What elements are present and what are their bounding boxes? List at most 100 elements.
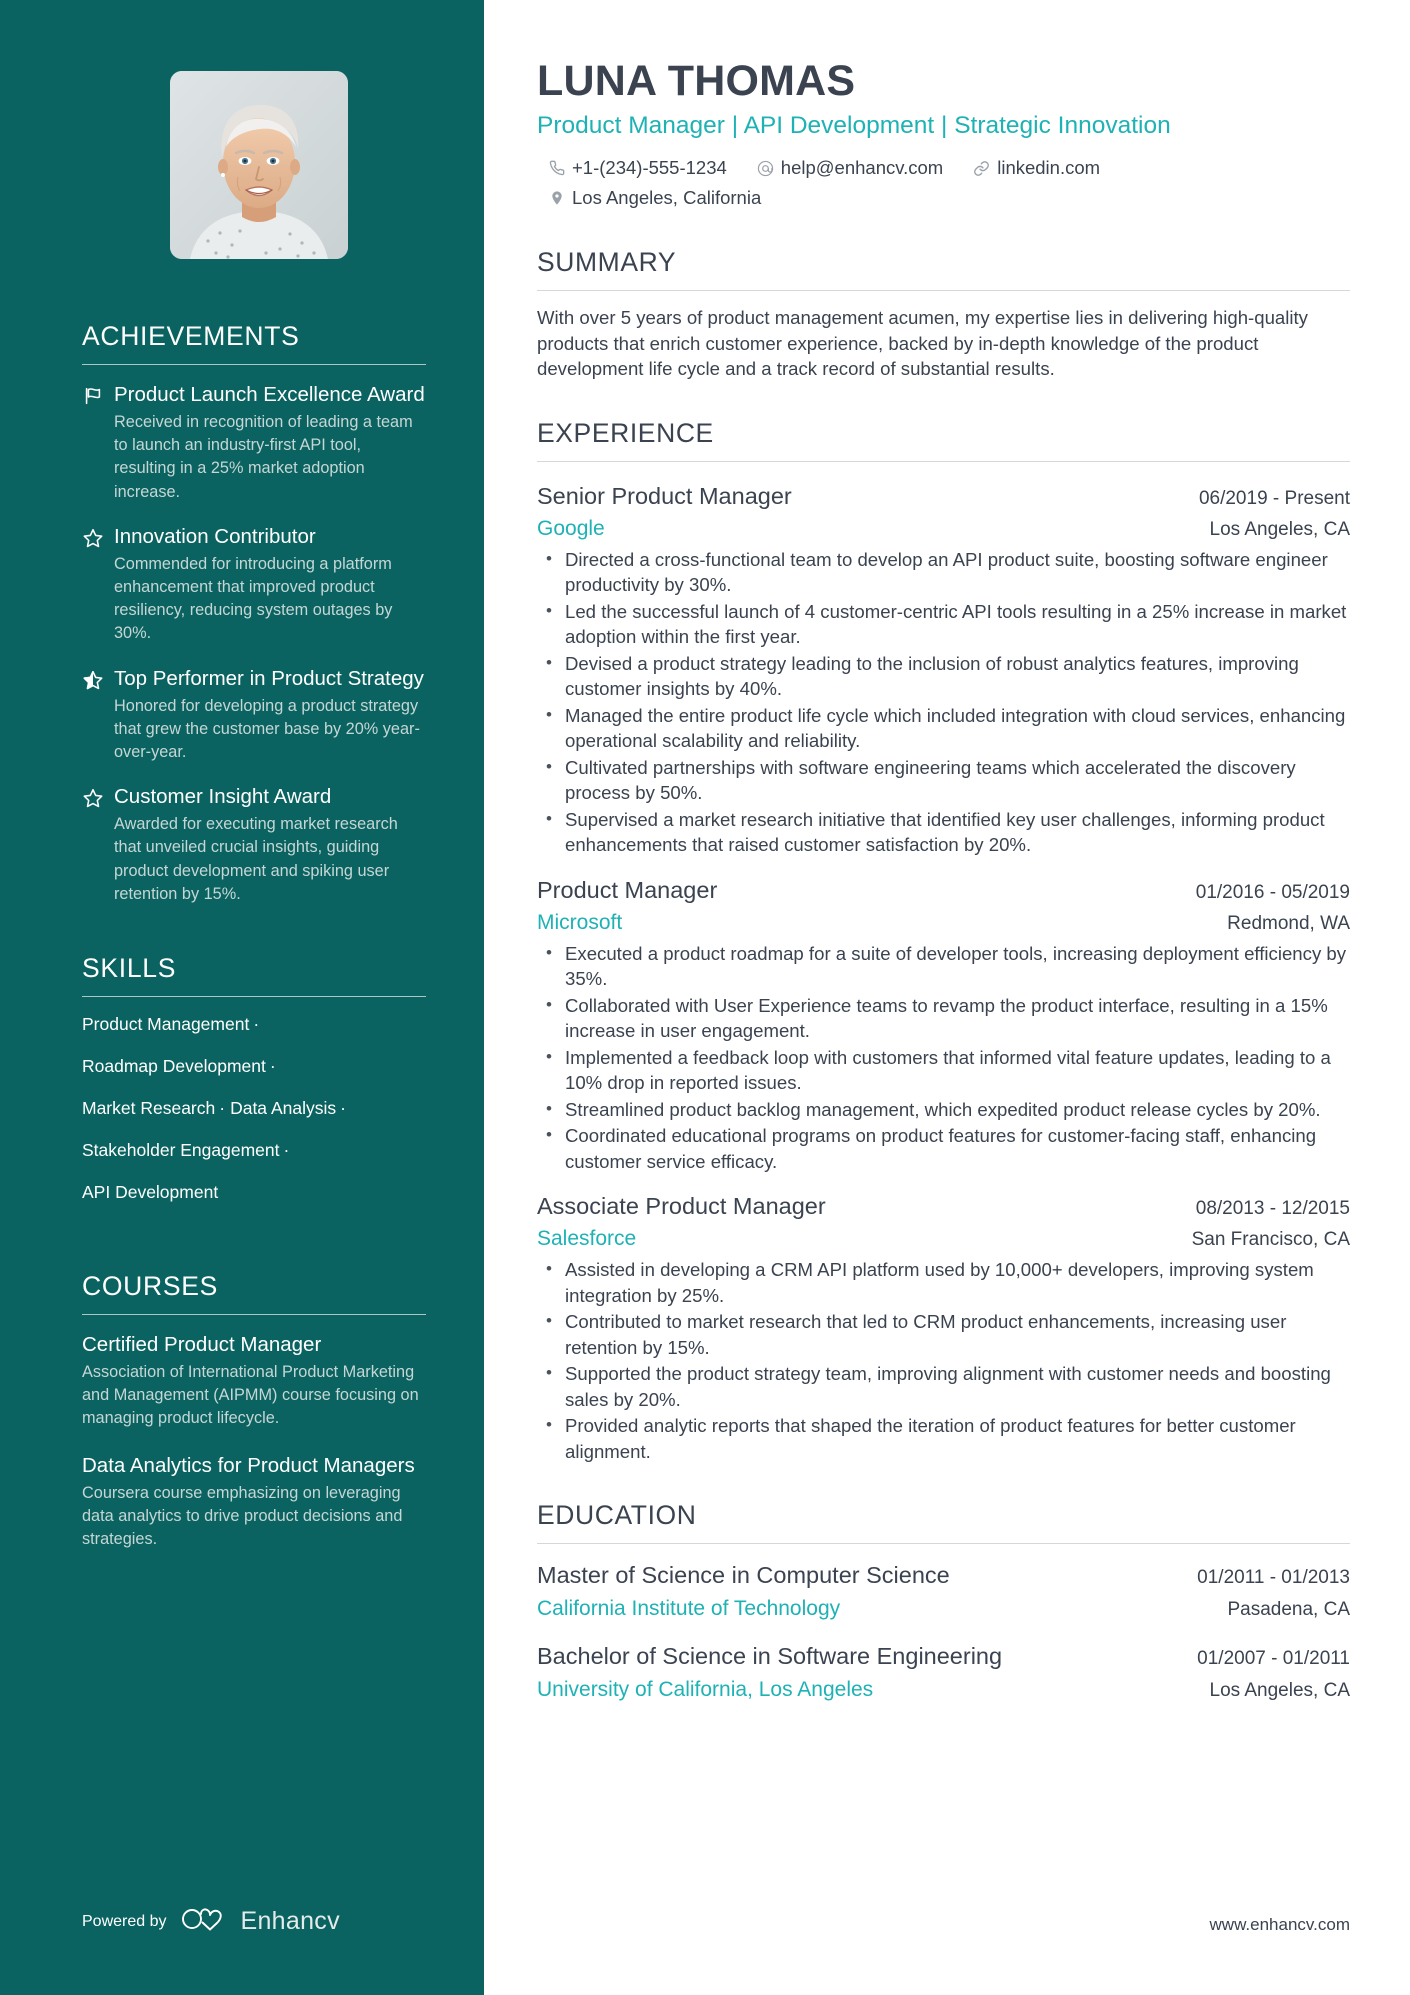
contact-email-text: help@enhancv.com: [780, 157, 944, 178]
contact-linkedin-text: linkedin.com: [997, 157, 1101, 178]
education-date: 01/2007 - 01/2011: [1197, 1648, 1350, 1669]
job-location: Redmond, WA: [1227, 912, 1350, 934]
resume-page: ACHIEVEMENTS Product Launch Excellence A…: [0, 0, 1410, 1995]
candidate-name: LUNA THOMAS: [537, 57, 856, 105]
job-date: 08/2013 - 12/2015: [1195, 1198, 1350, 1219]
experience-header: Product Manager 01/2016 - 05/2019: [537, 875, 1350, 908]
achievement-description: Awarded for executing market research th…: [114, 815, 398, 903]
summary-text: With over 5 years of product management …: [537, 307, 1308, 379]
achievement-title: Top Performer in Product Strategy: [114, 666, 424, 690]
section-divider: [82, 996, 426, 998]
link-icon: [973, 160, 990, 177]
job-bullet: Assisted in developing a CRM API platfor…: [537, 1256, 1350, 1308]
section-divider: [82, 1314, 426, 1316]
job-company: Google: [537, 516, 605, 540]
job-company: Salesforce: [537, 1227, 637, 1250]
experience-section: EXPERIENCE Senior Product Manager 06/201…: [537, 418, 1350, 1465]
experience-subheader: Microsoft Redmond, WA: [537, 908, 1350, 939]
contact-linkedin[interactable]: linkedin.com: [973, 155, 1100, 181]
skill-separator: ·: [219, 1098, 226, 1119]
skill-separator: ·: [340, 1098, 346, 1119]
achievement-item: Innovation Contributor Commended for int…: [82, 524, 426, 646]
summary-heading: SUMMARY: [537, 247, 677, 277]
job-company: Microsoft: [537, 910, 623, 934]
section-divider: [537, 290, 1350, 291]
achievement-title: Innovation Contributor: [114, 524, 316, 548]
skills-list: Product Management · Roadmap Development ·…: [82, 1014, 426, 1224]
skill-item: Product Management: [82, 1014, 250, 1035]
job-bullet: Implemented a feedback loop with custome…: [537, 1044, 1350, 1096]
phone-icon: [549, 160, 565, 176]
sidebar: ACHIEVEMENTS Product Launch Excellence A…: [0, 0, 484, 1995]
contact-location: Los Angeles, California: [549, 185, 1350, 211]
education-degree: Bachelor of Science in Software Engineer…: [537, 1643, 1003, 1669]
course-title: Data Analytics for Product Managers: [82, 1453, 415, 1477]
skill-item: API Development: [82, 1182, 219, 1203]
job-bullet: Led the successful launch of 4 customer-…: [537, 598, 1350, 650]
email-icon: [757, 160, 774, 177]
achievement-item: Customer Insight Award Awarded for execu…: [82, 784, 426, 906]
sidebar-footer: Powered by Enhancv: [82, 1906, 340, 1937]
skill-separator: ·: [269, 1056, 276, 1077]
job-bullet: Contributed to market research that led …: [537, 1308, 1350, 1360]
job-date: 06/2019 - Present: [1198, 487, 1350, 509]
section-divider: [537, 1543, 1350, 1544]
education-header: Master of Science in Computer Science 01…: [537, 1560, 1350, 1593]
website-footer[interactable]: www.enhancv.com: [1210, 1915, 1350, 1935]
job-bullets: Executed a product roadmap for a suite o…: [537, 940, 1350, 1175]
enhancv-brand-name: Enhancv: [240, 1907, 340, 1935]
skill-separator: ·: [253, 1014, 260, 1035]
job-bullet: Provided analytic reports that shaped th…: [537, 1412, 1350, 1464]
experience-item: Associate Product Manager 08/2013 - 12/2…: [537, 1191, 1350, 1464]
candidate-headline: Product Manager | API Development | Stra…: [537, 112, 1171, 139]
education-subheader: University of California, Los Angeles Lo…: [537, 1674, 1350, 1706]
section-divider: [82, 364, 426, 365]
profile-photo: [170, 71, 348, 259]
skills-section: SKILLS Product Management · Roadmap Devel…: [82, 953, 426, 1224]
education-date: 01/2011 - 01/2013: [1197, 1567, 1350, 1588]
job-date: 01/2016 - 05/2019: [1195, 881, 1350, 903]
job-bullet: Executed a product roadmap for a suite o…: [537, 940, 1350, 992]
contact-email[interactable]: help@enhancv.com: [757, 155, 943, 181]
course-description: Association of International Product Mar…: [82, 1363, 419, 1428]
summary-section: SUMMARY With over 5 years of product man…: [537, 247, 1350, 382]
job-location: Los Angeles, CA: [1209, 518, 1350, 540]
job-bullet: Coordinated educational programs on prod…: [537, 1122, 1350, 1174]
star-outline-icon: [82, 524, 112, 646]
course-item: Certified Product Manager Association of…: [82, 1332, 426, 1431]
main-content: LUNA THOMAS Product Manager | API Develo…: [484, 0, 1410, 1995]
job-bullet: Directed a cross-functional team to deve…: [537, 546, 1350, 598]
achievement-description: Received in recognition of leading a tea…: [114, 413, 413, 501]
experience-item: Product Manager 01/2016 - 05/2019 Micros…: [537, 875, 1350, 1175]
skill-line: Market Research · Data Analysis ·: [82, 1098, 351, 1118]
achievement-item: Product Launch Excellence Award Received…: [82, 382, 426, 504]
course-description: Coursera course emphasizing on leveragin…: [82, 1483, 403, 1549]
experience-heading: EXPERIENCE: [537, 417, 714, 448]
education-subheader: California Institute of Technology Pasad…: [537, 1593, 1350, 1625]
achievement-description: Commended for introducing a platform enh…: [114, 554, 393, 643]
education-location: Los Angeles, CA: [1209, 1680, 1350, 1701]
skill-line: API Development: [82, 1182, 218, 1202]
skill-separator: ·: [283, 1140, 290, 1161]
skill-item: Stakeholder Engagement: [82, 1140, 280, 1161]
job-bullet: Devised a product strategy leading to th…: [537, 650, 1350, 702]
experience-subheader: Google Los Angeles, CA: [537, 514, 1350, 545]
enhancv-logo-icon: [181, 1906, 227, 1937]
education-school: California Institute of Technology: [537, 1597, 841, 1620]
experience-item: Senior Product Manager 06/2019 - Present…: [537, 481, 1350, 858]
contact-phone-text: +1-(234)-555-1234: [572, 157, 727, 178]
achievements-section: ACHIEVEMENTS Product Launch Excellence A…: [82, 321, 426, 906]
job-bullet: Cultivated partnerships with software en…: [537, 754, 1350, 806]
star-outline-icon: [82, 784, 112, 906]
achievement-item: Top Performer in Product Strategy Honore…: [82, 666, 426, 765]
skill-line: Product Management ·: [82, 1014, 264, 1034]
contact-phone[interactable]: +1-(234)-555-1234: [549, 155, 727, 181]
achievement-description: Honored for developing a product strateg…: [114, 696, 420, 762]
education-location: Pasadena, CA: [1227, 1599, 1350, 1620]
job-bullets: Assisted in developing a CRM API platfor…: [537, 1256, 1350, 1464]
courses-heading: COURSES: [82, 1271, 218, 1302]
job-bullets: Directed a cross-functional team to deve…: [537, 546, 1350, 858]
skills-heading: SKILLS: [82, 953, 177, 984]
education-item: Bachelor of Science in Software Engineer…: [537, 1641, 1350, 1706]
job-bullet: Collaborated with User Experience teams …: [537, 992, 1350, 1044]
